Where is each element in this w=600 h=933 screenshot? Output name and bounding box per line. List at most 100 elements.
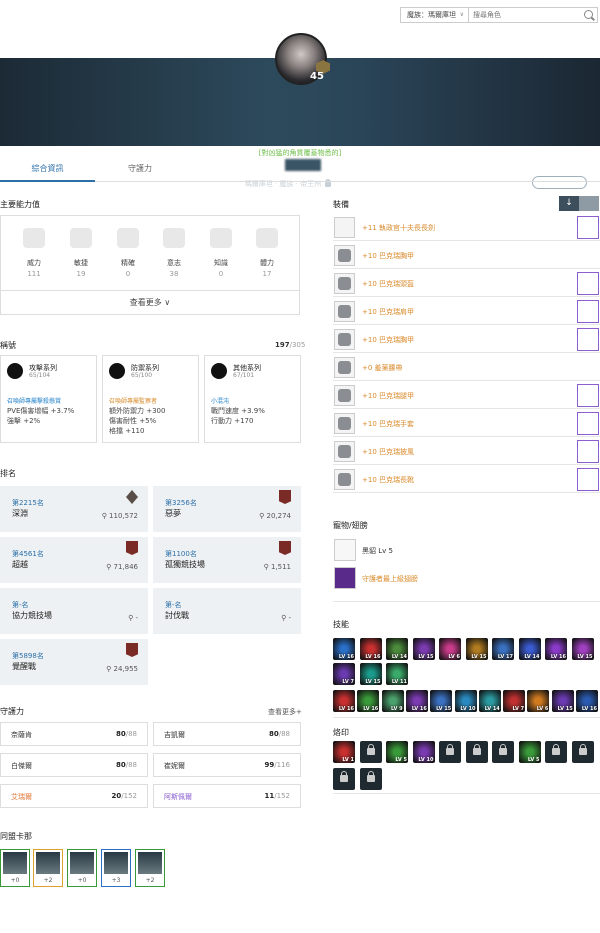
skill-icon[interactable]: LV 7 xyxy=(503,690,526,712)
skill-icon[interactable]: LV 15 xyxy=(430,690,453,712)
guardian-item[interactable]: 阿斯佩爾 11/152 xyxy=(153,784,301,808)
guardian-item[interactable]: 艾瑞爾 20/152 xyxy=(0,784,148,808)
skill-icon[interactable]: LV 11 xyxy=(386,663,408,685)
skill-icon[interactable]: LV 14 xyxy=(478,690,501,712)
skill-icon[interactable]: LV 16 xyxy=(359,638,382,660)
guardian-item[interactable]: 奈薩肯 80/88 xyxy=(0,722,148,746)
locked-rune[interactable] xyxy=(439,741,461,763)
card-item[interactable]: +3 xyxy=(101,849,131,887)
equipment-item[interactable]: +10 巴克瑞腿甲 xyxy=(333,383,600,409)
skill-icon[interactable]: LV 15 xyxy=(551,690,574,712)
level-badge: 45 xyxy=(310,71,324,82)
skill-icon[interactable]: LV 17 xyxy=(492,638,514,660)
locked-rune[interactable] xyxy=(492,741,514,763)
skill-icon[interactable]: LV 14 xyxy=(518,638,541,660)
skill-icon[interactable]: LV 10 xyxy=(454,690,477,712)
locked-rune[interactable] xyxy=(571,741,594,763)
guardian-value: 99/116 xyxy=(265,761,290,769)
locked-rune[interactable] xyxy=(359,741,382,763)
server-select[interactable]: 魔族：瑪爾庫坦 ∨ xyxy=(400,7,468,23)
locked-rune[interactable] xyxy=(545,741,567,763)
skill-icon[interactable]: LV 7 xyxy=(333,663,355,685)
search-input[interactable] xyxy=(468,7,598,23)
rank-position: 第-名 xyxy=(12,601,29,609)
card-item[interactable]: +0 xyxy=(0,849,30,887)
rune-icon[interactable]: LV 1 xyxy=(333,741,355,763)
download-icon[interactable]: ↓ xyxy=(559,196,579,211)
socket-slot[interactable] xyxy=(577,272,599,295)
skill-icon[interactable]: LV 15 xyxy=(412,638,435,660)
card-image xyxy=(3,852,27,874)
guardian-item[interactable]: 崔妮爾 99/116 xyxy=(153,753,301,777)
title-card-attack[interactable]: 攻擊系列 65/104 召喚師專屬擊殺懸賞 PVE傷害增幅 +3.7% 強擊 +… xyxy=(0,355,97,443)
skill-icon[interactable]: LV 6 xyxy=(527,690,550,712)
card-item[interactable]: +0 xyxy=(67,849,97,887)
equipment-item[interactable]: +10 巴克瑞披風 xyxy=(333,439,600,465)
socket-slot[interactable] xyxy=(577,440,599,463)
stats-more-button[interactable]: 查看更多 ∨ xyxy=(1,290,299,314)
skill-icon[interactable]: LV 15 xyxy=(465,638,488,660)
rank-card[interactable]: 第1100名 孤獨競技場 ⚲ 1,511 xyxy=(153,537,301,583)
rune-icon[interactable]: LV 5 xyxy=(518,741,541,763)
equipment-name: +10 巴克瑞手套 xyxy=(362,420,414,428)
socket-slot[interactable] xyxy=(577,412,599,435)
equipment-item[interactable]: +10 巴克瑞胸甲 xyxy=(333,243,600,269)
wings-item[interactable]: 守護者最上級翅膀 xyxy=(333,566,600,591)
socket-slot[interactable] xyxy=(577,216,599,239)
title-card-other[interactable]: 其他系列 67/101 小混沌 戰鬥速度 +3.9% 行動力 +170 xyxy=(204,355,301,443)
rank-card[interactable]: 第5898名 覺醒戰 ⚲ 24,955 xyxy=(0,639,148,685)
socket-slot[interactable] xyxy=(577,384,599,407)
tab-guardian[interactable]: 守護力 xyxy=(95,158,185,182)
skill-icon[interactable]: LV 16 xyxy=(405,690,428,712)
skill-icon[interactable]: LV 15 xyxy=(359,663,382,685)
locked-rune[interactable] xyxy=(333,768,355,790)
equipment-icon xyxy=(334,217,355,238)
equipment-item[interactable]: +10 巴克瑞肩甲 xyxy=(333,299,600,325)
equipment-item[interactable]: +10 巴克瑞長靴 xyxy=(333,467,600,493)
skill-icon[interactable]: LV 16 xyxy=(576,690,598,712)
rank-position: 第4561名 xyxy=(12,550,44,558)
skill-icon[interactable]: LV 16 xyxy=(333,690,355,712)
rank-card[interactable]: 第-名 協力競技場 ⚲ - xyxy=(0,588,148,634)
rank-card[interactable]: 第2215名 深淵 ⚲ 110,572 xyxy=(0,486,148,532)
skill-icon[interactable]: LV 14 xyxy=(386,638,408,660)
equipment-item[interactable]: +10 巴克瑞頭盔 xyxy=(333,271,600,297)
trophy-icon: ⚲ xyxy=(106,563,114,571)
equipment-icon xyxy=(334,301,355,322)
rune-icon[interactable]: LV 5 xyxy=(386,741,408,763)
skill-icon[interactable]: LV 16 xyxy=(545,638,567,660)
locked-rune[interactable] xyxy=(465,741,488,763)
server-select-label: 魔族：瑪爾庫坦 xyxy=(407,11,456,19)
skill-icon[interactable]: LV 16 xyxy=(333,638,355,660)
skill-level: LV 15 xyxy=(418,654,434,660)
card-item[interactable]: +2 xyxy=(33,849,63,887)
guardian-item[interactable]: 吉凱爾 80/88 xyxy=(153,722,301,746)
rune-icon[interactable]: LV 10 xyxy=(412,741,435,763)
tab-overview[interactable]: 綜合資訊 xyxy=(0,158,95,182)
sword-icon xyxy=(7,363,23,379)
card-item[interactable]: +2 xyxy=(135,849,165,887)
socket-slot[interactable] xyxy=(577,328,599,351)
equipment-item[interactable]: +10 巴克瑞手套 xyxy=(333,411,600,437)
pet-item[interactable]: 黑貂 Lv 5 xyxy=(333,538,600,563)
titles-count-value: 197 xyxy=(275,341,290,349)
equipment-item[interactable]: +11 執政官十夫長長劍 xyxy=(333,215,600,241)
guardian-item[interactable]: 白傑爾 80/88 xyxy=(0,753,148,777)
equipment-item[interactable]: +0 羞薬腰帶 xyxy=(333,355,600,381)
locked-rune[interactable] xyxy=(359,768,382,790)
skill-icon[interactable]: LV 6 xyxy=(439,638,461,660)
title-card-defense[interactable]: 防禦系列 65/100 召喚師專屬監察者 額外防禦力 +300 傷害耐性 +5%… xyxy=(102,355,199,443)
rank-card[interactable]: 第3256名 惡夢 ⚲ 20,274 xyxy=(153,486,301,532)
skill-icon[interactable]: LV 9 xyxy=(381,690,404,712)
skill-level: LV 9 xyxy=(391,706,403,712)
equipment-item[interactable]: +10 巴克瑞胸甲 xyxy=(333,327,600,353)
rank-card[interactable]: 第4561名 超越 ⚲ 71,846 xyxy=(0,537,148,583)
rank-card[interactable]: 第-名 討伐戰 ⚲ - xyxy=(153,588,301,634)
search-icon[interactable] xyxy=(584,10,593,19)
guardian-more-link[interactable]: 查看更多+ xyxy=(268,707,302,717)
skill-icon[interactable]: LV 16 xyxy=(357,690,380,712)
socket-slot[interactable] xyxy=(577,468,599,491)
link-icon[interactable] xyxy=(579,196,599,211)
socket-slot[interactable] xyxy=(577,300,599,323)
skill-icon[interactable]: LV 15 xyxy=(571,638,594,660)
